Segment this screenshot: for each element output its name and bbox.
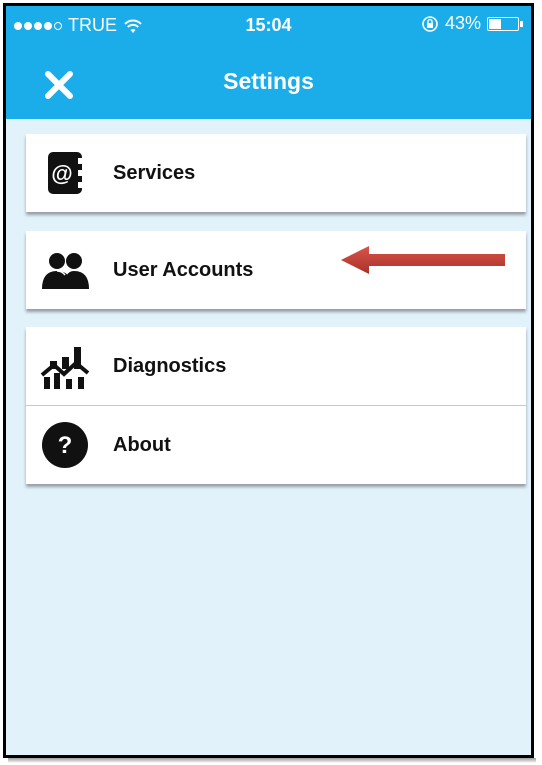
menu-item-label: Services (113, 161, 196, 184)
battery-percent: 43% (444, 13, 481, 33)
header: TRUE 15:04 43% Settings (6, 6, 531, 119)
menu-item-about[interactable]: ? About (26, 405, 526, 484)
svg-text:@: @ (51, 161, 72, 186)
menu-item-label: About (113, 433, 171, 456)
chart-icon (40, 347, 90, 389)
battery-icon (487, 16, 519, 31)
frame-shadow (8, 758, 536, 763)
services-card: @ Services (26, 134, 526, 212)
phone-frame: TRUE 15:04 43% Settings @ Services User … (3, 3, 534, 758)
rotation-lock-icon (422, 15, 438, 32)
users-icon (42, 253, 89, 289)
menu-item-label: Diagnostics (113, 354, 227, 377)
menu-item-label: User Accounts (113, 258, 254, 281)
nav-bar: Settings (6, 46, 531, 116)
svg-text:?: ? (58, 432, 73, 459)
battery-status: 43% (421, 13, 523, 34)
status-bar: TRUE 15:04 43% (6, 6, 531, 40)
page-title: Settings (223, 68, 314, 94)
annotation-arrow-icon (341, 246, 505, 274)
question-icon: ? (42, 422, 88, 468)
menu-item-services[interactable]: @ Services (26, 134, 526, 212)
address-book-at-icon: @ (48, 152, 83, 194)
menu-item-diagnostics[interactable]: Diagnostics (26, 327, 526, 405)
diagnostics-about-card: Diagnostics ? About (26, 327, 526, 484)
